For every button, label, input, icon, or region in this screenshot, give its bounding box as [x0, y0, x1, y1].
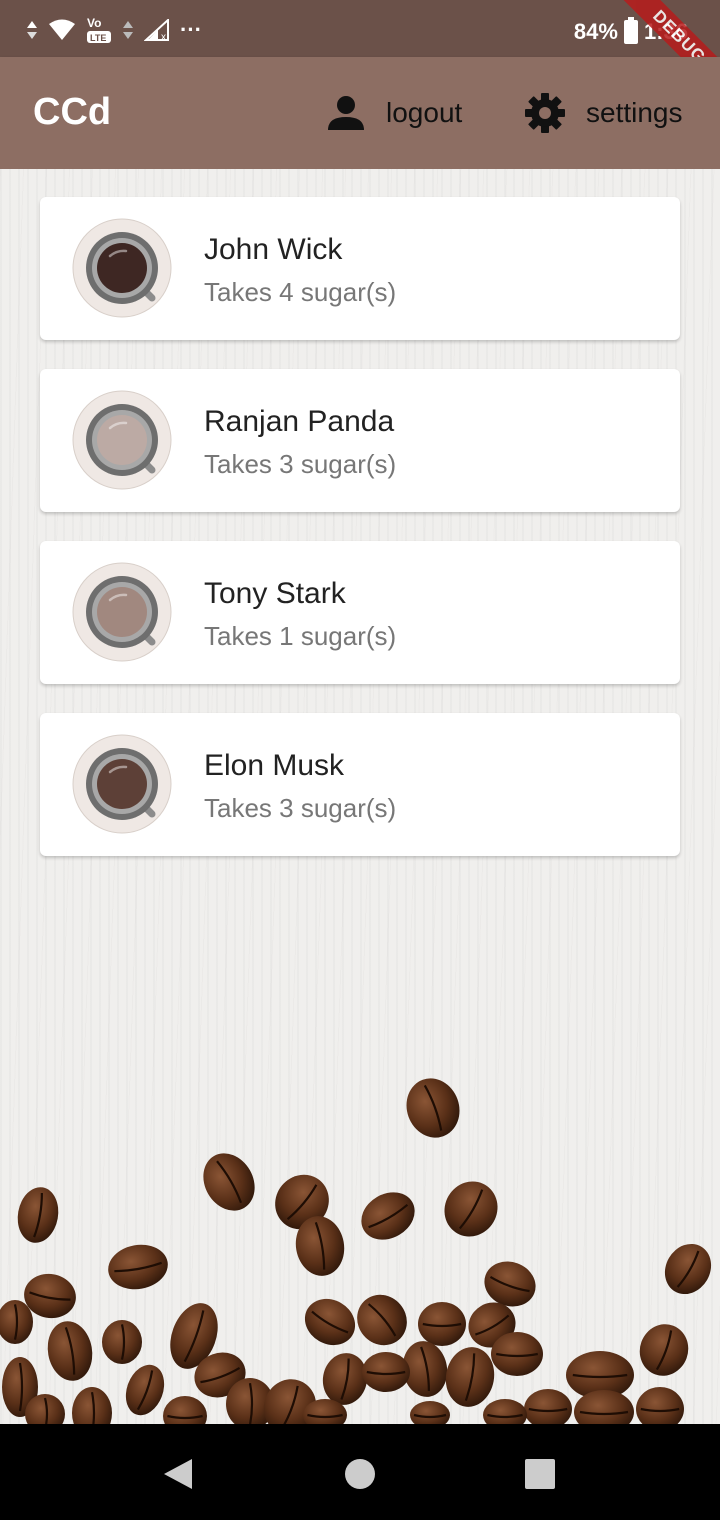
- coffee-bean: [410, 1401, 450, 1424]
- battery-percent: 84%: [573, 19, 618, 44]
- coffee-bean: [361, 1192, 415, 1240]
- sugar-count: Takes 3 sugar(s): [204, 449, 397, 479]
- coffee-bean: [445, 1347, 495, 1407]
- home-icon[interactable]: [344, 1458, 376, 1490]
- list-item[interactable]: John Wick Takes 4 sugar(s): [40, 197, 680, 340]
- person-name: Elon Musk: [204, 749, 345, 782]
- volte-icon: Vo LTE: [87, 16, 111, 43]
- logout-button[interactable]: logout: [326, 93, 462, 133]
- coffee-bean: [639, 1324, 689, 1376]
- recents-icon[interactable]: [524, 1458, 556, 1490]
- coffee-bean: [304, 1298, 356, 1346]
- coffee-bean: [362, 1352, 410, 1392]
- coffee-bean: [125, 1364, 165, 1416]
- coffee-cup-icon: [72, 562, 172, 662]
- coffee-bean: [444, 1181, 498, 1237]
- app-title: CCd: [33, 91, 112, 133]
- settings-label: settings: [586, 97, 683, 128]
- coffee-cup-icon: [72, 218, 172, 318]
- coffee-bean: [406, 1078, 460, 1138]
- list-item[interactable]: Elon Musk Takes 3 sugar(s): [40, 713, 680, 856]
- person-icon: [328, 96, 364, 130]
- back-icon[interactable]: [162, 1458, 194, 1490]
- coffee-bean: [108, 1244, 168, 1290]
- svg-text:LTE: LTE: [90, 33, 106, 43]
- system-nav-bar: [0, 1424, 720, 1520]
- coffee-bean: [418, 1302, 466, 1346]
- app-bar: CCd logout settings: [0, 57, 720, 169]
- svg-text:x: x: [161, 32, 166, 41]
- gear-icon: [525, 93, 565, 133]
- sugar-count: Takes 4 sugar(s): [204, 277, 397, 307]
- more-notifications-indicator: ···: [180, 17, 202, 42]
- person-name: Ranjan Panda: [204, 405, 395, 438]
- person-name: Tony Stark: [204, 577, 346, 610]
- coffee-cup-icon: [72, 734, 172, 834]
- coffee-bean: [491, 1332, 543, 1376]
- status-bar: Vo LTE x ··· 84% 1:36 DEBUG: [0, 0, 720, 100]
- wifi-icon: [49, 19, 75, 40]
- coffee-bean: [524, 1389, 572, 1424]
- signal-icon: x: [144, 19, 169, 41]
- status-icons-left: Vo LTE x ···: [26, 14, 202, 46]
- coffee-bean: [72, 1387, 112, 1424]
- data-arrows-icon: [123, 21, 133, 39]
- coffee-bean: [17, 1187, 59, 1243]
- coffee-bean: [102, 1320, 142, 1364]
- data-arrows-icon: [27, 21, 37, 39]
- logout-label: logout: [386, 97, 463, 128]
- list-item[interactable]: Tony Stark Takes 1 sugar(s): [40, 541, 680, 684]
- coffee-cup-icon: [72, 390, 172, 490]
- person-name: John Wick: [204, 233, 343, 266]
- coffee-bean: [163, 1396, 207, 1424]
- coffee-bean: [47, 1321, 93, 1381]
- coffee-bean: [636, 1387, 684, 1424]
- coffee-bean: [357, 1294, 407, 1346]
- coffee-bean: [483, 1399, 527, 1424]
- settings-button[interactable]: settings: [524, 93, 683, 133]
- sugar-count: Takes 3 sugar(s): [204, 793, 397, 823]
- wood-background: John Wick Takes 4 sugar(s) Ranjan Panda …: [0, 169, 720, 1424]
- battery-icon: [623, 17, 638, 44]
- coffee-bean: [664, 1243, 712, 1295]
- list-item[interactable]: Ranjan Panda Takes 3 sugar(s): [40, 369, 680, 512]
- coffee-bean: [203, 1153, 255, 1211]
- svg-text:Vo: Vo: [87, 16, 101, 30]
- sugar-count: Takes 1 sugar(s): [204, 621, 397, 651]
